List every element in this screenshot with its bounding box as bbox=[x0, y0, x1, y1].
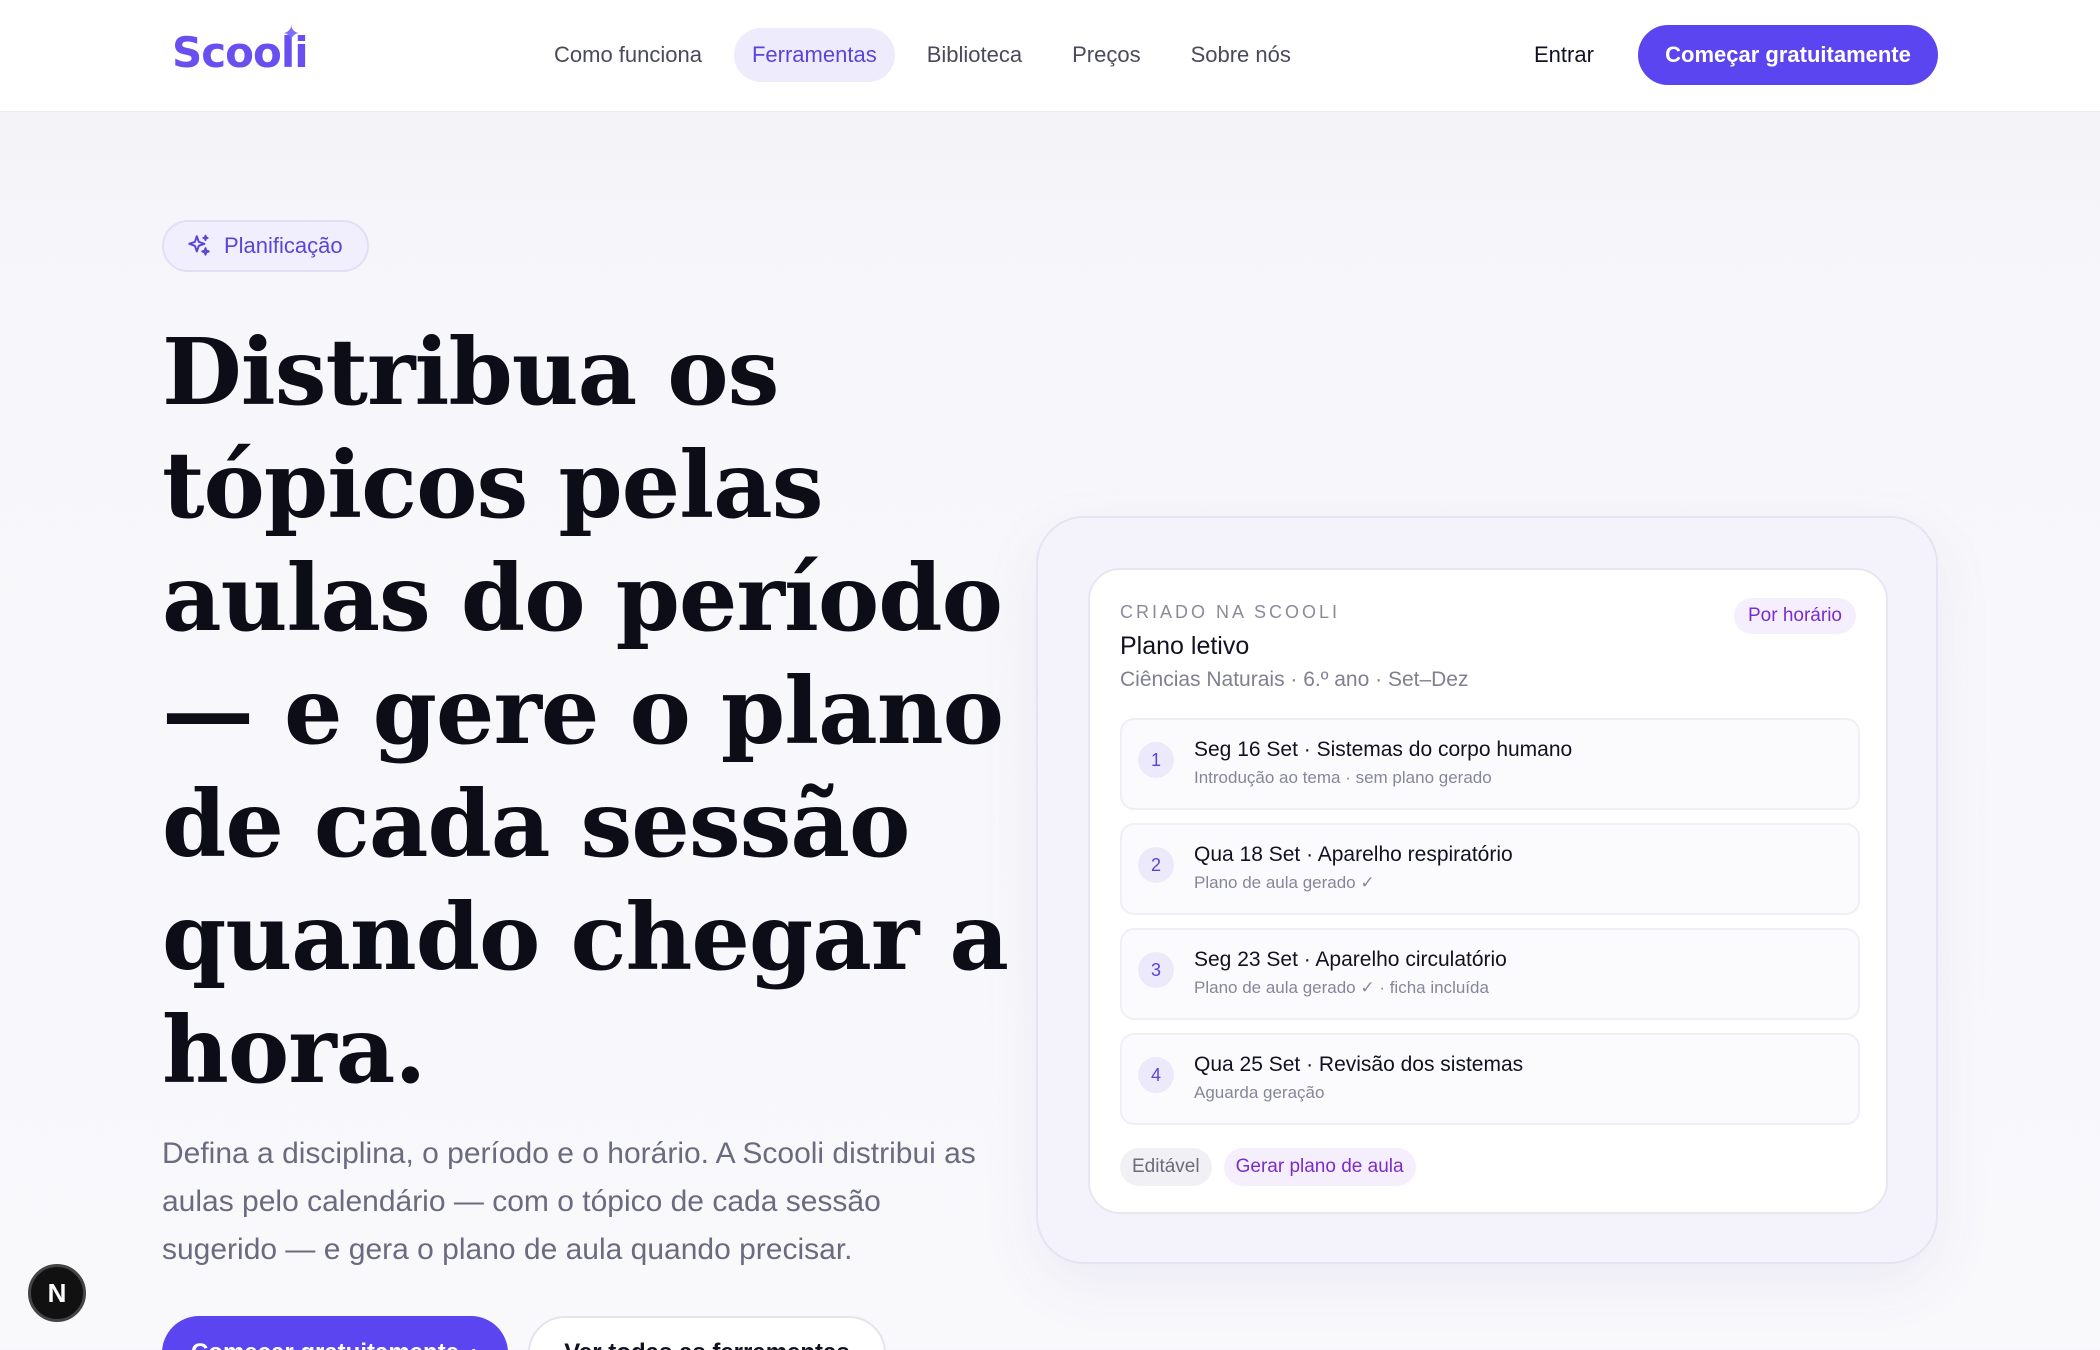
lesson-number: 3 bbox=[1138, 952, 1174, 988]
lesson-title: Seg 16 Set · Sistemas do corpo humano bbox=[1194, 738, 1573, 761]
preview-card-frame: Criado na Scooli Por horário Plano letiv… bbox=[1036, 516, 1938, 1264]
nav-link-precos[interactable]: Preços bbox=[1054, 28, 1158, 82]
sparkle-icon: ✦ bbox=[282, 22, 300, 47]
plan-card: Criado na Scooli Por horário Plano letiv… bbox=[1088, 568, 1888, 1214]
scooli-logo[interactable]: Scooli ✦ bbox=[172, 22, 309, 77]
lesson-number: 2 bbox=[1138, 847, 1174, 883]
lesson-number: 1 bbox=[1138, 742, 1174, 778]
lesson-row[interactable]: 4 Qua 25 Set · Revisão dos sistemas Agua… bbox=[1120, 1033, 1860, 1125]
card-subtitle: Ciências Naturais · 6.º ano · Set–Dez bbox=[1120, 668, 1469, 691]
signin-link[interactable]: Entrar bbox=[1534, 28, 1594, 82]
lesson-row[interactable]: 1 Seg 16 Set · Sistemas do corpo humano … bbox=[1120, 718, 1860, 810]
nav-links: Como funciona Ferramentas Biblioteca Pre… bbox=[536, 28, 1309, 82]
pill-label: Planificação bbox=[224, 233, 343, 258]
lesson-meta: Plano de aula gerado ✓ bbox=[1194, 873, 1375, 892]
editable-tag: Editável bbox=[1120, 1148, 1212, 1186]
generate-plan-tag[interactable]: Gerar plano de aula bbox=[1223, 1148, 1416, 1186]
hero-subtitle: Defina a disciplina, o período e o horár… bbox=[162, 1137, 976, 1266]
start-free-hero-label: Começar gratuitamente bbox=[191, 1339, 459, 1350]
lesson-meta: Plano de aula gerado ✓ · ficha incluída bbox=[1194, 978, 1489, 997]
arrow-right-icon: › bbox=[471, 1339, 479, 1350]
lesson-title: Seg 23 Set · Aparelho circulatório bbox=[1194, 948, 1507, 971]
hero-title: Distribua os tópicos pelas aulas do perí… bbox=[162, 318, 1009, 1104]
schedule-badge: Por horário bbox=[1734, 598, 1856, 634]
card-eyebrow: Criado na Scooli bbox=[1120, 602, 1341, 622]
category-pill: Planificação bbox=[162, 220, 369, 272]
lesson-title: Qua 18 Set · Aparelho respiratório bbox=[1194, 843, 1513, 866]
nav-link-ferramentas[interactable]: Ferramentas bbox=[733, 28, 895, 82]
top-nav: Scooli ✦ Como funciona Ferramentas Bibli… bbox=[0, 0, 2100, 112]
lesson-list: 1 Seg 16 Set · Sistemas do corpo humano … bbox=[1120, 718, 1860, 1138]
lesson-number: 4 bbox=[1138, 1057, 1174, 1093]
lesson-meta: Introdução ao tema · sem plano gerado bbox=[1194, 768, 1492, 787]
lesson-row[interactable]: 2 Qua 18 Set · Aparelho respiratório Pla… bbox=[1120, 823, 1860, 915]
nextjs-dev-badge[interactable]: N bbox=[28, 1264, 86, 1322]
lesson-row[interactable]: 3 Seg 23 Set · Aparelho circulatório Pla… bbox=[1120, 928, 1860, 1020]
card-title: Plano letivo bbox=[1120, 632, 1250, 660]
nav-link-como-funciona[interactable]: Como funciona bbox=[536, 28, 720, 82]
nav-link-sobre-nos[interactable]: Sobre nós bbox=[1173, 28, 1309, 82]
start-free-button[interactable]: Começar gratuitamente bbox=[1638, 25, 1938, 85]
lesson-title: Qua 25 Set · Revisão dos sistemas bbox=[1194, 1053, 1524, 1076]
card-tags: Editável Gerar plano de aula bbox=[1120, 1148, 1416, 1186]
start-free-hero-button[interactable]: Começar gratuitamente › bbox=[162, 1316, 508, 1350]
sparkles-icon bbox=[188, 234, 210, 256]
view-all-tools-button[interactable]: Ver todas as ferramentas bbox=[528, 1316, 886, 1350]
lesson-meta: Aguarda geração bbox=[1194, 1083, 1325, 1102]
nav-link-biblioteca[interactable]: Biblioteca bbox=[909, 28, 1040, 82]
